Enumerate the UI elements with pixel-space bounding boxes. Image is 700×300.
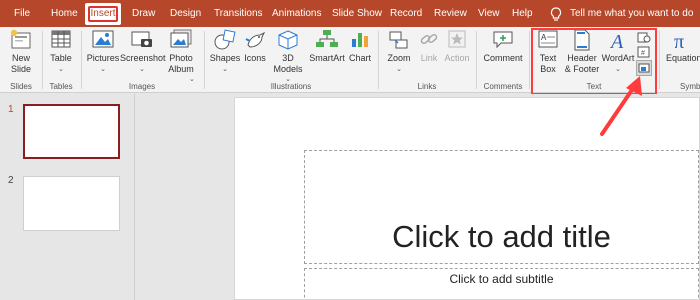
- tab-review[interactable]: Review: [434, 0, 467, 27]
- shapes-icon: [214, 29, 236, 50]
- comment-button[interactable]: Comment: [480, 27, 526, 79]
- tab-animations[interactable]: Animations: [272, 0, 321, 27]
- slide-thumbnails-panel: 1 2: [0, 94, 135, 300]
- link-label: Link: [420, 53, 438, 63]
- bird-icon: [245, 31, 266, 48]
- shapes-button[interactable]: Shapes ⌄: [208, 27, 242, 79]
- chevron-down-icon: ⌄: [58, 66, 64, 73]
- pictures-label: Pictures: [86, 53, 120, 63]
- new-slide-label-2: Slide: [10, 64, 31, 74]
- group-separator: [204, 31, 205, 89]
- screenshot-button[interactable]: Screenshot ⌄: [120, 27, 166, 79]
- chart-icon: [352, 33, 368, 47]
- equation-button[interactable]: π Equation: [662, 27, 700, 79]
- icons-label: Icons: [244, 53, 266, 63]
- chevron-down-icon: ⌄: [139, 66, 145, 73]
- table-icon: [51, 30, 71, 48]
- new-slide-icon: [10, 29, 31, 49]
- action-label: Action: [444, 53, 470, 63]
- zoom-button[interactable]: Zoom ⌄: [382, 27, 416, 79]
- zoom-icon: [389, 31, 408, 49]
- thumbnail-number: 2: [8, 175, 14, 186]
- link-button[interactable]: Link: [416, 27, 442, 79]
- comment-icon: [493, 31, 513, 49]
- tell-me-search[interactable]: Tell me what you want to do: [570, 0, 693, 27]
- pictures-button[interactable]: Pictures ⌄: [85, 27, 121, 79]
- group-label-links: Links: [417, 82, 437, 91]
- tab-record[interactable]: Record: [390, 0, 422, 27]
- 3d-models-button[interactable]: 3D Models ⌄: [269, 27, 307, 83]
- group-label-symbols: Symb: [680, 82, 700, 91]
- tab-design[interactable]: Design: [170, 0, 201, 27]
- photo-album-label-2: Album: [168, 64, 194, 74]
- pi-icon: π: [674, 31, 684, 51]
- smartart-label: SmartArt: [309, 53, 345, 63]
- group-separator: [81, 31, 82, 89]
- pictures-icon: [92, 30, 114, 48]
- slide-thumbnail-2[interactable]: [23, 176, 120, 231]
- smartart-button[interactable]: SmartArt: [307, 27, 347, 79]
- shapes-label: Shapes: [209, 53, 241, 63]
- chevron-down-icon: ⌄: [396, 66, 402, 73]
- tab-draw[interactable]: Draw: [132, 0, 155, 27]
- title-placeholder[interactable]: Click to add title: [304, 150, 699, 264]
- 3d-models-label: 3D: [282, 53, 294, 63]
- tab-insert[interactable]: Insert: [88, 6, 118, 22]
- table-button[interactable]: Table ⌄: [45, 27, 77, 79]
- group-separator: [476, 31, 477, 89]
- photo-album-icon: [170, 29, 192, 48]
- subtitle-placeholder[interactable]: Click to add subtitle: [304, 268, 699, 300]
- cube-icon: [278, 30, 298, 50]
- tab-insert-container[interactable]: Insert: [85, 3, 121, 25]
- menu-bar: File Home Insert Draw Design Transitions…: [0, 0, 700, 27]
- photo-album-label: Photo: [169, 53, 193, 63]
- chevron-down-icon: ⌄: [222, 66, 228, 73]
- group-separator: [42, 31, 43, 89]
- tab-help[interactable]: Help: [512, 0, 533, 27]
- group-label-tables: Tables: [49, 82, 73, 91]
- screenshot-label: Screenshot: [120, 53, 166, 63]
- new-slide-label: New: [11, 53, 30, 63]
- photo-album-button[interactable]: Photo Album ⌄: [163, 27, 199, 83]
- group-label-comments: Comments: [483, 82, 523, 91]
- chevron-down-icon: ⌄: [100, 66, 106, 73]
- action-button[interactable]: Action: [442, 27, 472, 79]
- table-label: Table: [50, 53, 72, 63]
- comment-label: Comment: [483, 53, 523, 63]
- equation-label: Equation: [666, 53, 700, 63]
- screenshot-icon: [131, 31, 152, 47]
- chart-label: Chart: [348, 53, 371, 63]
- group-label-images: Images: [128, 82, 156, 91]
- zoom-label: Zoom: [387, 53, 411, 63]
- tab-file[interactable]: File: [14, 0, 30, 27]
- tab-view[interactable]: View: [478, 0, 500, 27]
- lightbulb-icon[interactable]: [548, 6, 564, 22]
- svg-text:π: π: [674, 31, 684, 51]
- group-separator: [659, 31, 660, 89]
- group-label-illustrations: Illustrations: [270, 82, 312, 91]
- smartart-icon: [316, 30, 338, 47]
- annotation-arrow: [600, 76, 642, 136]
- group-separator: [529, 31, 530, 89]
- chart-button[interactable]: Chart: [346, 27, 374, 79]
- tab-slide-show[interactable]: Slide Show: [332, 0, 382, 27]
- tab-transitions[interactable]: Transitions: [214, 0, 263, 27]
- thumbnail-number: 1: [8, 104, 14, 115]
- link-icon: [420, 33, 438, 45]
- group-label-slides: Slides: [10, 82, 32, 91]
- new-slide-button[interactable]: New Slide: [3, 27, 39, 79]
- slide-thumbnail-1[interactable]: [23, 104, 120, 159]
- 3d-models-label-2: Models: [273, 64, 303, 74]
- tab-home[interactable]: Home: [51, 0, 78, 27]
- subtitle-placeholder-text: Click to add subtitle: [449, 272, 554, 286]
- group-separator: [378, 31, 379, 89]
- icons-button[interactable]: Icons: [241, 27, 269, 79]
- star-icon: [448, 30, 466, 48]
- title-placeholder-text: Click to add title: [392, 219, 611, 254]
